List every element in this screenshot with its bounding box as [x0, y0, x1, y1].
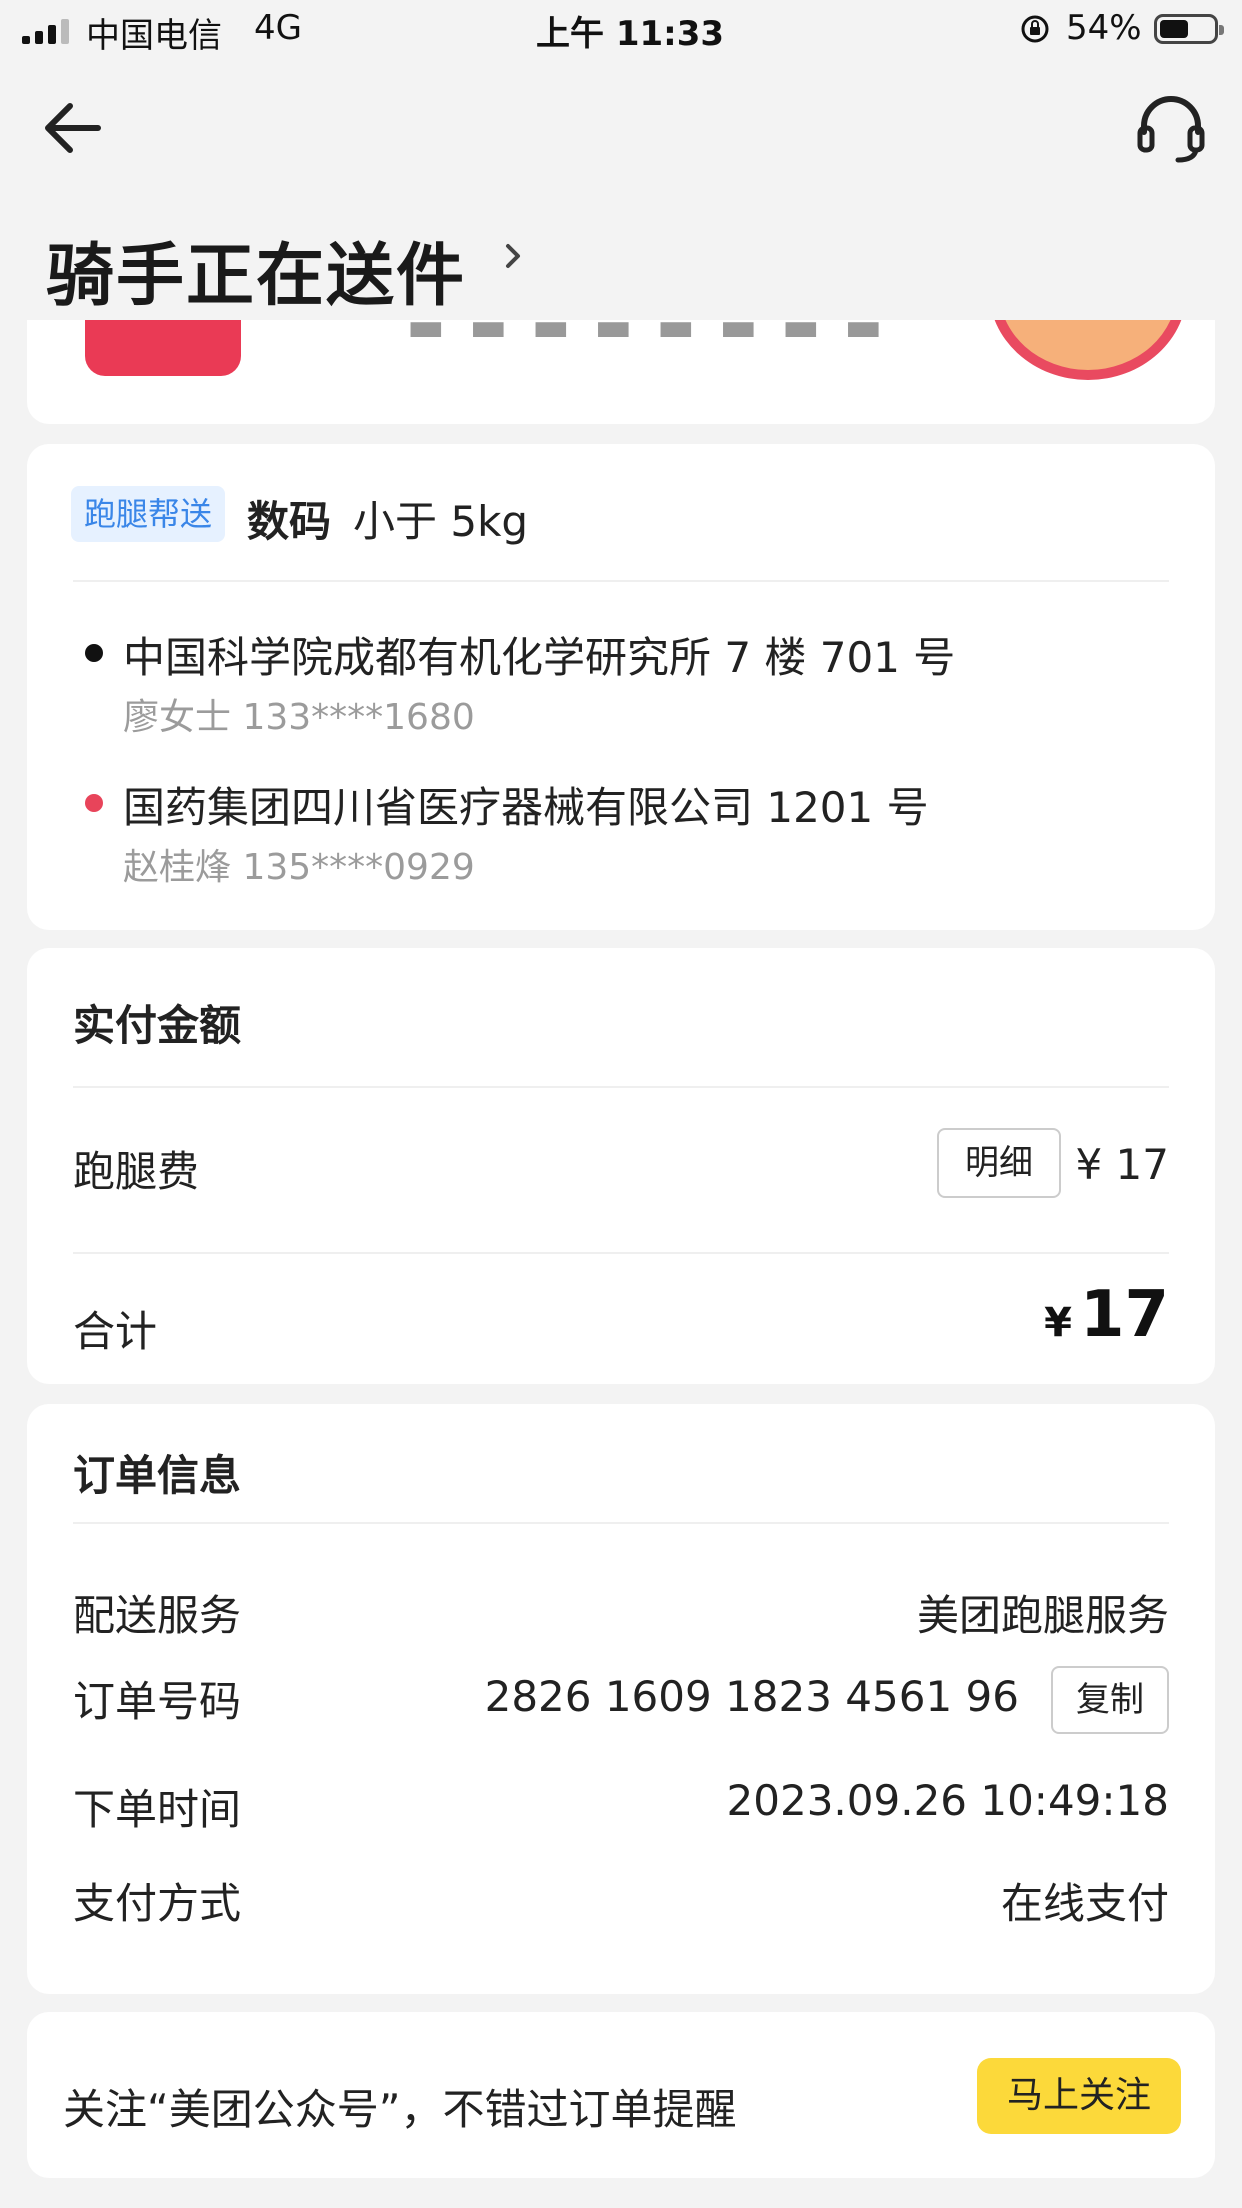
info-value-order-no: 2826 1609 1823 4561 96 — [484, 1672, 1019, 1721]
fee-value: ¥ 17 — [1075, 1140, 1169, 1189]
coupon-image — [989, 320, 1187, 380]
info-title: 订单信息 — [73, 1451, 242, 1500]
info-label-order-no: 订单号码 — [73, 1677, 242, 1726]
clock: 上午 11:33 — [536, 14, 725, 54]
headset-icon[interactable] — [1134, 92, 1208, 166]
promo-banner[interactable]: ▬ ▬ ▬ ▬ ▬ ▬ ▬ ▬ — [27, 320, 1215, 424]
follow-button[interactable]: 马上关注 — [977, 2058, 1181, 2134]
payment-card: 实付金额 跑腿费 明细 ¥ 17 合计 ¥17 — [27, 948, 1215, 1384]
page-title[interactable]: 骑手正在送件 — [46, 220, 466, 319]
total-amount: ¥17 — [1044, 1278, 1169, 1352]
pickup-dot-icon — [85, 644, 103, 662]
pickup-contact: 廖女士 133****1680 — [123, 697, 475, 738]
info-value-time: 2023.09.26 10:49:18 — [726, 1776, 1169, 1825]
payment-title: 实付金额 — [73, 1001, 242, 1050]
copy-button[interactable]: 复制 — [1051, 1666, 1169, 1734]
divider — [73, 580, 1169, 582]
service-tag: 跑腿帮送 — [71, 486, 226, 542]
signal-icon — [22, 18, 69, 44]
item-category: 数码 — [247, 497, 332, 546]
divider — [73, 1086, 1169, 1088]
order-card: 跑腿帮送 数码 小于 5kg 中国科学院成都有机化学研究所 7 楼 701 号 … — [27, 444, 1215, 930]
carrier-name: 中国电信 — [86, 16, 222, 56]
divider — [73, 1522, 1169, 1524]
info-value-payment: 在线支付 — [1000, 1879, 1169, 1928]
back-arrow-icon[interactable] — [40, 100, 104, 156]
follow-text: 关注“美团公众号”，不错过订单提醒 — [63, 2085, 737, 2134]
divider — [73, 1252, 1169, 1254]
battery-icon — [1154, 14, 1224, 44]
total-currency: ¥ — [1044, 1300, 1072, 1346]
banner-text-cut: ▬ ▬ ▬ ▬ ▬ ▬ ▬ ▬ — [407, 320, 889, 350]
chevron-right-icon[interactable] — [500, 238, 526, 274]
follow-card: 关注“美团公众号”，不错过订单提醒 马上关注 — [27, 2012, 1215, 2178]
info-label-time: 下单时间 — [73, 1785, 242, 1834]
total-value: 17 — [1079, 1278, 1169, 1352]
dropoff-address: 国药集团四川省医疗器械有限公司 1201 号 — [123, 783, 929, 832]
fee-label: 跑腿费 — [73, 1147, 200, 1196]
pickup-address: 中国科学院成都有机化学研究所 7 楼 701 号 — [123, 633, 956, 682]
detail-button[interactable]: 明细 — [937, 1128, 1061, 1198]
item-weight: 小于 5kg — [353, 497, 529, 546]
red-packet-image — [85, 320, 241, 376]
total-label: 合计 — [73, 1307, 158, 1356]
info-label-service: 配送服务 — [73, 1591, 242, 1640]
network-type: 4G — [254, 8, 302, 48]
battery-percent: 54% — [1066, 8, 1142, 48]
order-info-card: 订单信息 配送服务 美团跑腿服务 订单号码 2826 1609 1823 456… — [27, 1404, 1215, 1994]
info-label-payment: 支付方式 — [73, 1879, 242, 1928]
rotation-lock-icon — [1021, 15, 1049, 43]
dropoff-dot-icon — [85, 794, 103, 812]
status-bar: 中国电信 4G 上午 11:33 54% — [0, 0, 1242, 62]
dropoff-contact: 赵桂烽 135****0929 — [123, 847, 475, 888]
info-value-service: 美团跑腿服务 — [916, 1591, 1169, 1640]
battery-fill — [1160, 20, 1188, 38]
